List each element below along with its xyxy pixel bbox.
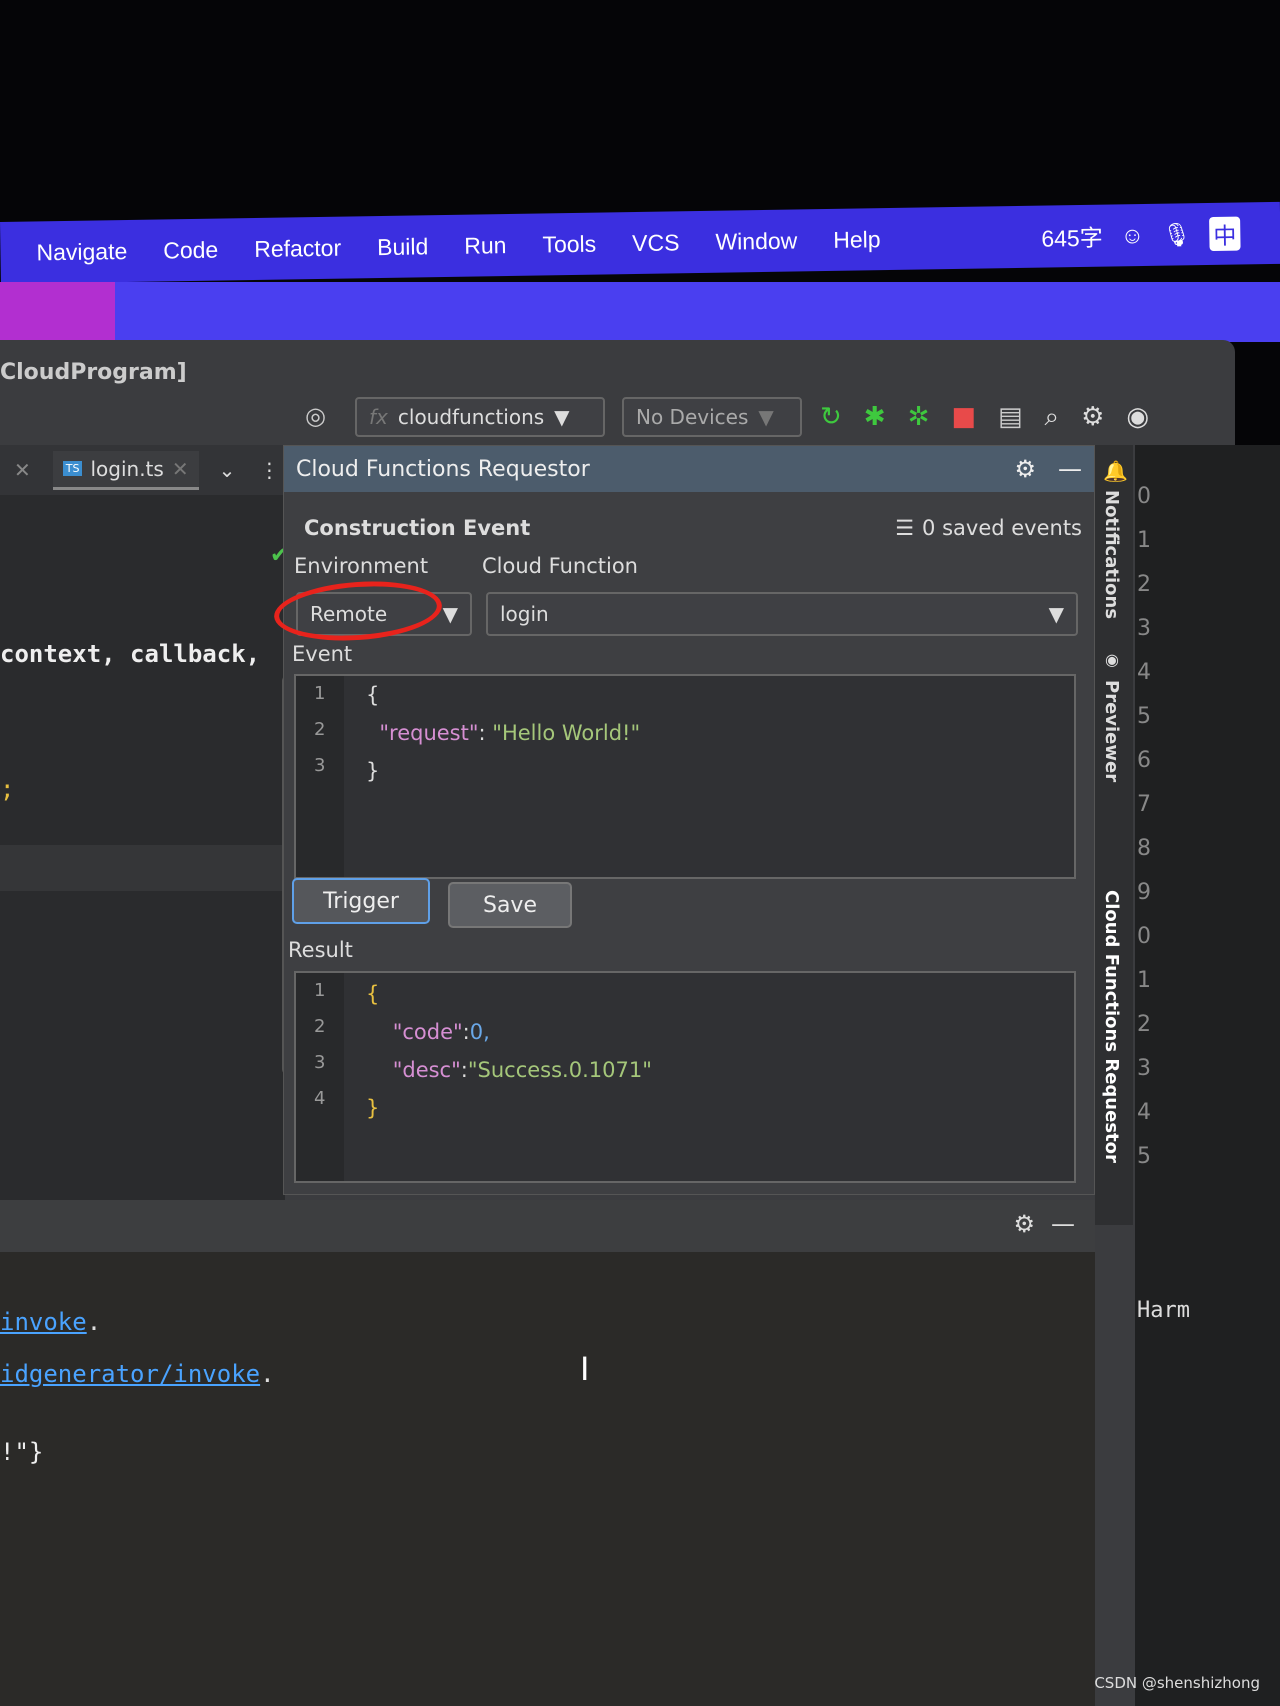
event-label: Event [292,642,353,666]
editor-tabs: ✕ TS login.ts ✕ ⌄ ⋮ [0,445,285,495]
menu-build[interactable]: Build [377,233,429,261]
chevron-down-icon: ▼ [442,602,458,626]
attach-debugger-icon[interactable]: ✲ [908,402,930,433]
previewer-tab[interactable]: Previewer [1101,680,1122,782]
desktop-background [0,282,1280,342]
typescript-file-icon: TS [62,461,83,476]
more-icon[interactable]: ⋮ [259,458,279,482]
close-icon[interactable]: ✕ [172,457,189,481]
run-config-dropdown[interactable]: fx cloudfunctions ▼ [355,397,605,437]
panel-title: Cloud Functions Requestor [296,456,590,482]
code-line: "desc":"Success.0.1071" [392,1058,652,1082]
account-icon[interactable]: ◉ [1126,402,1149,433]
code-editor[interactable]: ✔ context, callback, ; [0,495,294,1235]
code-line: "request": "Hello World!" [379,721,641,745]
saved-events[interactable]: ☰ 0 saved events [895,516,1082,540]
minimize-icon[interactable]: — [1058,455,1082,483]
watermark: CSDN @shenshizhong [1094,1674,1260,1692]
idgenerator-link[interactable]: idgenerator/invoke [0,1360,260,1388]
gear-icon[interactable]: ⚙ [1014,455,1036,483]
word-count: 645字 [1041,224,1103,252]
right-tool-strip: 🔔 Notifications ◉ Previewer Cloud Functi… [1095,445,1133,1225]
code-line: } [366,759,380,783]
menu-window[interactable]: Window [715,227,797,255]
notifications-tab[interactable]: Notifications [1101,490,1122,619]
function-icon: fx [369,405,388,429]
project-structure-icon[interactable]: ▤ [998,402,1023,433]
result-viewer: 1234 { "code":0, "desc":"Success.0.1071"… [294,971,1076,1183]
cloud-function-label: Cloud Function [482,554,638,578]
cloud-function-select[interactable]: login ▼ [486,592,1078,636]
search-icon[interactable]: ⌕ [1045,402,1060,433]
result-label: Result [288,938,353,962]
code-line: "code":0, [392,1020,490,1044]
chevron-down-icon: ▼ [1048,602,1064,626]
code-line: ; [0,775,15,803]
section-title: Construction Event [304,516,531,540]
menu-run[interactable]: Run [464,232,507,260]
menu-help[interactable]: Help [833,226,881,254]
code-line: { [366,982,380,1006]
cloud-functions-requestor-tab[interactable]: Cloud Functions Requestor [1101,890,1122,1163]
tab-login-ts[interactable]: TS login.ts ✕ [52,450,199,490]
run-output-panel: ⚙ — invoke. idgenerator/invoke. !"} I [0,1200,1095,1706]
debug-icon[interactable]: ✱ [864,402,886,433]
environment-label: Environment [294,554,429,578]
menu-bar: Navigate Code Refactor Build Run Tools V… [0,201,1280,284]
close-icon[interactable]: ✕ [14,458,31,482]
chevron-down-icon: ▼ [554,405,570,429]
minimize-icon[interactable]: — [1051,1210,1075,1238]
output-line: !"} [0,1438,44,1466]
bell-icon[interactable]: 🔔 [1103,459,1128,483]
list-icon: ☰ [895,516,915,540]
invoke-link[interactable]: invoke [0,1308,87,1336]
chevron-down-icon[interactable]: ⌄ [219,458,236,482]
target-icon[interactable]: ◎ [305,402,326,430]
menu-vcs[interactable]: VCS [632,229,680,257]
menu-code[interactable]: Code [163,236,218,264]
code-line: context, callback, [0,640,261,668]
gear-icon[interactable]: ⚙ [1013,1210,1035,1238]
code-line: { [366,683,380,707]
event-editor[interactable]: 123 { "request": "Hello World!" } [294,674,1076,879]
trigger-button[interactable]: Trigger [292,878,430,924]
chevron-down-icon: ▼ [758,405,774,429]
rerun-icon[interactable]: ↻ [820,402,842,433]
text-cursor-icon: I [580,1350,590,1388]
gear-icon[interactable]: ⚙ [1081,402,1104,433]
microphone-icon[interactable]: 🎙 [1162,221,1192,248]
save-button[interactable]: Save [448,882,572,928]
menu-navigate[interactable]: Navigate [36,238,127,266]
window-title: CloudProgram] [0,360,187,385]
cloud-functions-requestor-panel: Cloud Functions Requestor ⚙ — Constructi… [272,445,1095,1195]
background-text: Harm [1137,1298,1190,1323]
device-dropdown[interactable]: No Devices ▼ [622,397,802,437]
output-header: ⚙ — [0,1200,1095,1252]
code-line: } [366,1096,380,1120]
menu-tools[interactable]: Tools [542,230,596,258]
menu-refactor[interactable]: Refactor [254,234,341,262]
smiley-icon[interactable]: ☺ [1120,222,1144,249]
stop-icon[interactable]: ■ [951,402,976,433]
current-line-highlight [0,845,285,891]
eye-icon: ◉ [1105,650,1119,669]
background-editor-gutter: 0123 4567 8901 2345 Harm [1135,445,1280,1706]
toolbar-actions: ↻ ✱ ✲ ■ ▤ ⌕ ⚙ ◉ [820,402,1149,433]
panel-header: Cloud Functions Requestor ⚙ — [284,446,1094,492]
ime-indicator[interactable]: 中 [1209,216,1241,252]
